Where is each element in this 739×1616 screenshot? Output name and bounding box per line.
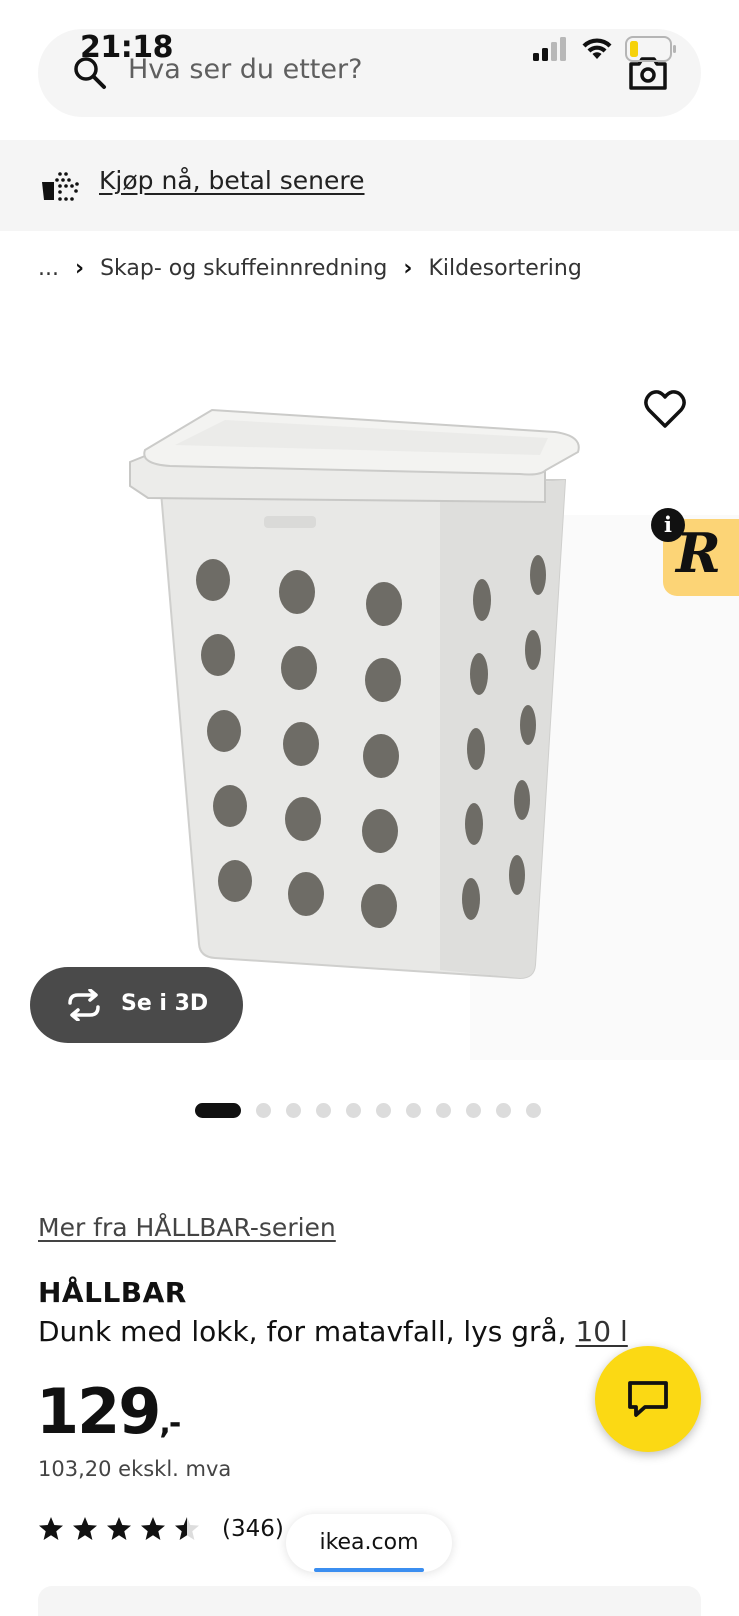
promo-banner[interactable]: Kjøp nå, betal senere [0,140,739,231]
product-image[interactable] [0,300,739,1060]
rating-stars [38,1516,208,1542]
browser-url: ikea.com [319,1530,419,1555]
series-link[interactable]: Mer fra HÅLLBAR-serien [38,1213,336,1242]
carousel-dot[interactable] [256,1103,271,1118]
star-icon [39,1517,63,1540]
battery-icon [625,36,676,62]
product-size-link[interactable]: 10 l [575,1315,627,1348]
product-name: HÅLLBAR [38,1276,187,1309]
wifi-icon [582,38,612,59]
heart-icon[interactable] [643,388,687,432]
info-icon[interactable]: i [651,508,685,542]
product-description: Dunk med lokk, for matavfall, lys grå, 1… [38,1315,628,1348]
breadcrumb-item-cabinet-interior[interactable]: Skap- og skuffeinnredning [100,256,387,281]
chevron-right-icon: › [403,256,413,281]
carousel-dot[interactable] [286,1103,301,1118]
rating[interactable]: (346) [38,1516,284,1542]
price-main: 129 [36,1375,161,1448]
carousel-dot[interactable] [346,1103,361,1118]
browser-url-bar[interactable]: ikea.com [286,1514,452,1572]
star-icon [141,1517,165,1540]
carousel-dot[interactable] [436,1103,451,1118]
carousel-dots [195,1103,556,1118]
price-excl-vat: 103,20 ekskl. mva [38,1457,232,1481]
carousel-dot[interactable] [376,1103,391,1118]
view-in-3d-button[interactable]: Se i 3D [30,967,243,1043]
buy-now-pay-later-link[interactable]: Kjøp nå, betal senere [99,166,365,195]
status-icons [533,36,677,62]
status-time: 21:18 [80,30,174,65]
product-description-text: Dunk med lokk, for matavfall, lys grå, [38,1315,576,1348]
carousel-dot[interactable] [526,1103,541,1118]
view-in-3d-label: Se i 3D [121,991,209,1016]
chevron-right-icon: › [74,256,85,281]
rotate-3d-icon [68,989,100,1021]
page-load-progress [314,1568,424,1572]
carousel-dot[interactable] [466,1103,481,1118]
price: 129,- [36,1375,181,1448]
star-icon [73,1517,97,1540]
carousel-dot[interactable] [496,1103,511,1118]
basket-dots-icon [42,172,79,201]
breadcrumb: ... › Skap- og skuffeinnredning › Kildes… [38,256,582,281]
price-suffix: ,- [159,1406,181,1441]
star-icon [175,1517,199,1540]
bottom-card [38,1586,701,1616]
carousel-dot[interactable] [195,1103,241,1118]
chat-bubble-icon [628,1381,668,1417]
rating-count[interactable]: (346) [222,1516,284,1542]
carousel-dot[interactable] [316,1103,331,1118]
chat-button[interactable] [595,1346,701,1452]
breadcrumb-item-waste-sorting[interactable]: Kildesortering [428,256,581,281]
star-icon [107,1517,131,1540]
breadcrumb-item-ellipsis[interactable]: ... [38,256,59,281]
cellular-signal-icon [533,37,566,61]
search-input[interactable] [128,54,598,85]
carousel-dot[interactable] [406,1103,421,1118]
